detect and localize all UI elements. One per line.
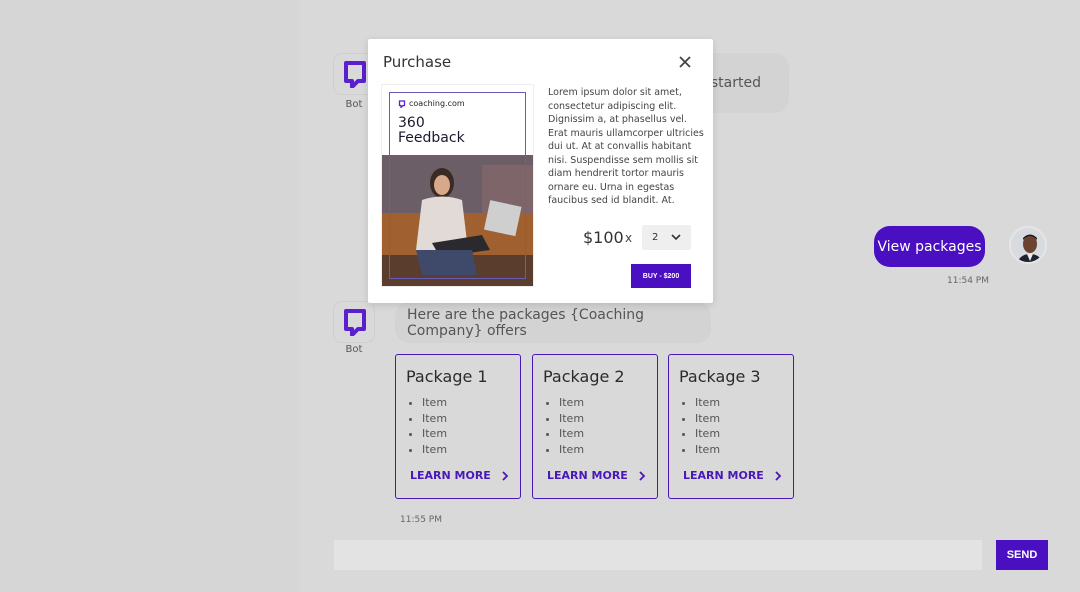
chevron-right-icon [502,470,509,481]
quantity-select[interactable]: 2 [642,225,691,250]
send-button[interactable]: SEND [996,540,1048,570]
package-title: Package 1 [406,367,488,386]
image-title-line2: Feedback [398,130,465,146]
package-card: Package 2 Item Item Item Item LEARN MORE [532,354,658,499]
package-title: Package 2 [543,367,625,386]
package-item-list: Item Item Item Item [559,395,584,457]
brand-logo: coaching.com [398,99,465,108]
user-message-bubble: View packages [874,226,985,267]
product-image: coaching.com 360 Feedback [382,85,533,286]
chevron-down-icon [671,234,681,241]
learn-more-link[interactable]: LEARN MORE [683,469,782,482]
package-item: Item [695,395,720,411]
learn-more-label: LEARN MORE [410,469,491,482]
purchase-modal: Purchase coaching.com 360 Feedback Lorem… [368,39,713,303]
brand-icon [398,99,406,108]
multiply-symbol: x [625,231,633,245]
package-card: Package 3 Item Item Item Item LEARN MORE [668,354,794,499]
message-input[interactable] [334,540,982,570]
learn-more-label: LEARN MORE [683,469,764,482]
bot-logo-icon [344,61,366,88]
package-item: Item [422,442,447,458]
bot-logo-icon [344,309,366,336]
learn-more-link[interactable]: LEARN MORE [410,469,509,482]
user-message-text: View packages [877,238,982,255]
timestamp: 11:54 PM [947,276,989,286]
buy-button[interactable]: BUY - $200 [631,264,691,288]
bot-avatar [334,302,374,342]
left-panel [0,0,300,592]
learn-more-link[interactable]: LEARN MORE [547,469,646,482]
package-item-list: Item Item Item Item [422,395,447,457]
timestamp: 11:55 PM [400,515,442,525]
image-title-line1: 360 [398,115,425,131]
package-item: Item [695,411,720,427]
brand-name: coaching.com [409,99,465,108]
package-item: Item [422,426,447,442]
unit-price: $100 [583,228,624,247]
package-title: Package 3 [679,367,761,386]
package-item: Item [422,395,447,411]
bot-message-bubble: Here are the packages {Coaching Company}… [395,302,711,343]
product-description: Lorem ipsum dolor sit amet, consectetur … [548,87,704,206]
user-avatar [1009,226,1047,264]
package-item: Item [559,426,584,442]
modal-title: Purchase [383,53,452,71]
close-icon[interactable] [678,55,692,69]
chevron-right-icon [639,470,646,481]
learn-more-label: LEARN MORE [547,469,628,482]
package-item: Item [559,395,584,411]
package-item: Item [559,411,584,427]
bot-message-text: Here are the packages {Coaching Company}… [407,306,645,339]
package-card: Package 1 Item Item Item Item LEARN MORE [395,354,521,499]
bot-label: Bot [345,344,363,355]
package-item: Item [422,411,447,427]
package-item: Item [695,426,720,442]
quantity-value: 2 [652,232,659,243]
package-item: Item [559,442,584,458]
package-item-list: Item Item Item Item [695,395,720,457]
chevron-right-icon [775,470,782,481]
package-item: Item [695,442,720,458]
